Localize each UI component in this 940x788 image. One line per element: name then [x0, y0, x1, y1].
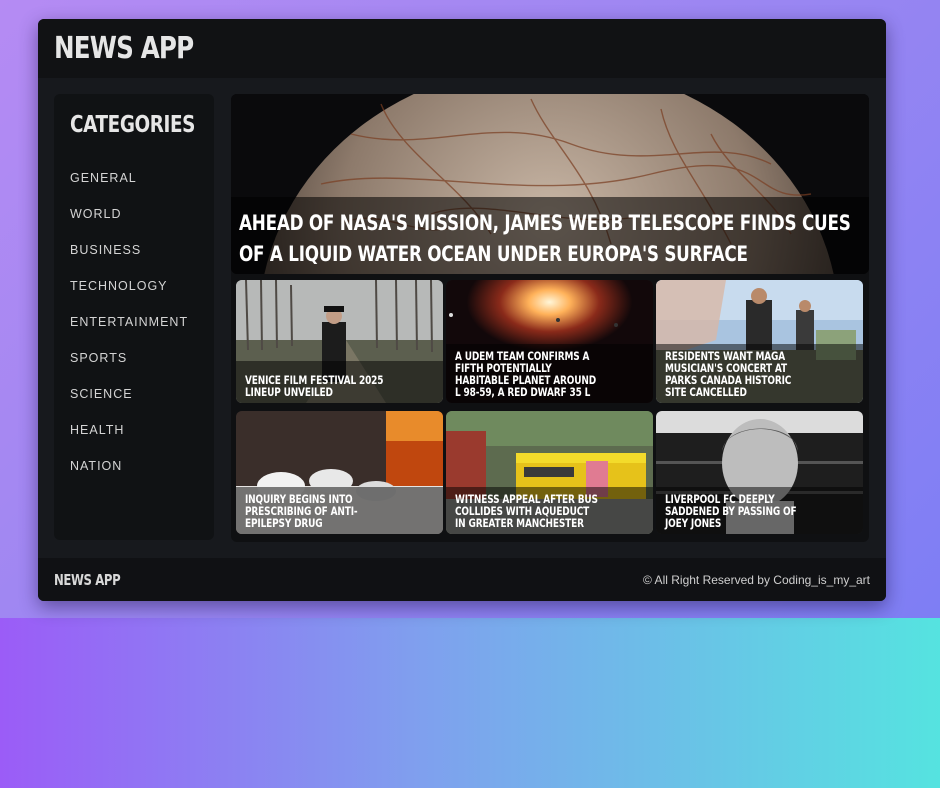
news-card[interactable]: Witness appeal after bus collides with a…	[446, 411, 653, 534]
card-title[interactable]: Liverpool FC deeply saddened by passing …	[665, 493, 812, 529]
news-card[interactable]: Venice Film Festival 2025 lineup unveile…	[236, 280, 443, 403]
news-card[interactable]: Liverpool FC deeply saddened by passing …	[656, 411, 863, 534]
hero-article[interactable]: Ahead of NASA's Mission, James Webb Tele…	[231, 94, 869, 274]
news-card[interactable]: Inquiry begins into prescribing of anti-…	[236, 411, 443, 534]
card-caption: A UdeM team confirms a fifth potentially…	[446, 344, 653, 403]
footer-logo[interactable]: NEWS APP	[54, 571, 121, 589]
header: NEWS APP	[38, 19, 886, 78]
sidebar-item-sports[interactable]: SPORTS	[70, 340, 198, 376]
copyright-text: © All Right Reserved by Coding_is_my_art	[643, 572, 870, 587]
card-caption: Inquiry begins into prescribing of anti-…	[236, 487, 443, 534]
main-body: CATEGORIES GENERAL WORLD BUSINESS TECHNO…	[38, 78, 886, 558]
sidebar-item-technology[interactable]: TECHNOLOGY	[70, 268, 198, 304]
news-app-window: NEWS APP CATEGORIES GENERAL WORLD BUSINE…	[38, 19, 886, 601]
sidebar-item-nation[interactable]: NATION	[70, 448, 198, 484]
hero-title[interactable]: Ahead of NASA's Mission, James Webb Tele…	[239, 208, 855, 270]
card-caption: Liverpool FC deeply saddened by passing …	[656, 487, 863, 534]
footer: NEWS APP © All Right Reserved by Coding_…	[38, 558, 886, 601]
card-caption: Residents want MAGA musician's concert a…	[656, 344, 863, 403]
sidebar-item-entertainment[interactable]: ENTERTAINMENT	[70, 304, 198, 340]
card-title[interactable]: A UdeM team confirms a fifth potentially…	[455, 350, 602, 398]
sidebar-item-health[interactable]: HEALTH	[70, 412, 198, 448]
sidebar-item-business[interactable]: BUSINESS	[70, 232, 198, 268]
sidebar-item-science[interactable]: SCIENCE	[70, 376, 198, 412]
categories-sidebar: CATEGORIES GENERAL WORLD BUSINESS TECHNO…	[54, 94, 214, 540]
news-card[interactable]: Residents want MAGA musician's concert a…	[656, 280, 863, 403]
news-content: Ahead of NASA's Mission, James Webb Tele…	[231, 94, 869, 542]
news-card[interactable]: A UdeM team confirms a fifth potentially…	[446, 280, 653, 403]
sidebar-item-world[interactable]: WORLD	[70, 196, 198, 232]
app-logo[interactable]: NEWS APP	[54, 31, 194, 66]
hero-caption: Ahead of NASA's Mission, James Webb Tele…	[231, 197, 869, 274]
card-title[interactable]: Witness appeal after bus collides with a…	[455, 493, 602, 529]
card-title[interactable]: Venice Film Festival 2025 lineup unveile…	[245, 374, 392, 398]
card-caption: Witness appeal after bus collides with a…	[446, 487, 653, 534]
card-title[interactable]: Inquiry begins into prescribing of anti-…	[245, 493, 392, 529]
categories-heading: CATEGORIES	[70, 112, 196, 138]
sidebar-item-general[interactable]: GENERAL	[70, 160, 198, 196]
card-title[interactable]: Residents want MAGA musician's concert a…	[665, 350, 812, 398]
card-caption: Venice Film Festival 2025 lineup unveile…	[236, 361, 443, 403]
